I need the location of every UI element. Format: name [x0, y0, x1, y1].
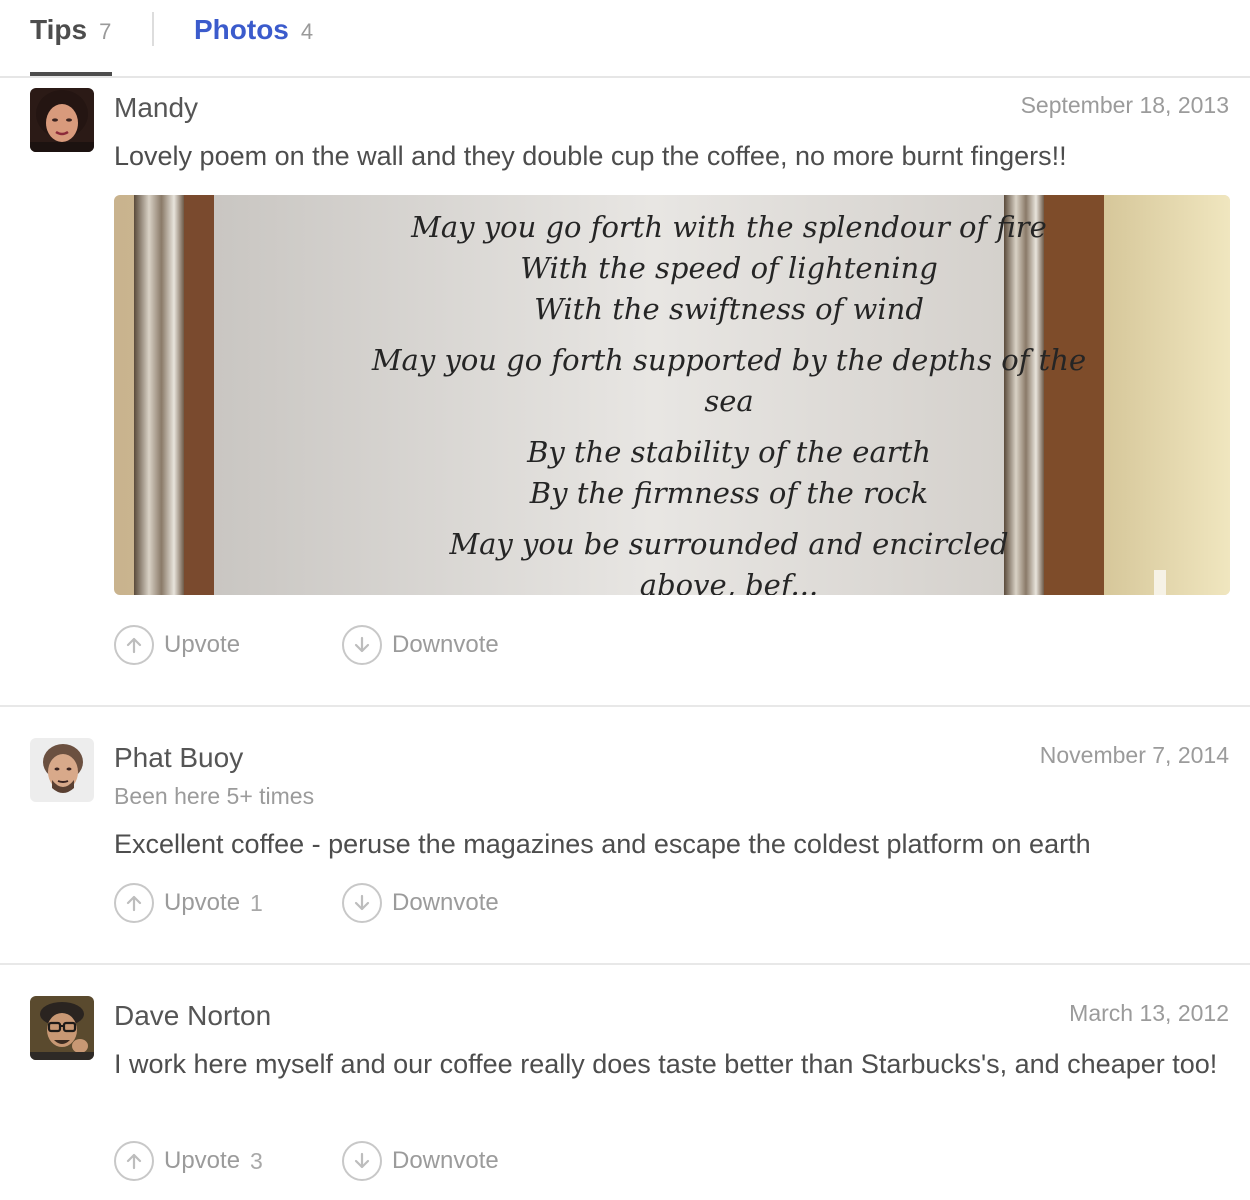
- arrow-down-circle-icon: [342, 625, 382, 665]
- visit-count: Been here 5+ times: [114, 783, 315, 809]
- upvote-label: Upvote: [164, 889, 241, 916]
- tip-date: November 7, 2014: [1039, 742, 1229, 768]
- arrow-up-circle-icon: [114, 1141, 154, 1181]
- upvote-button[interactable]: Upvote 1: [114, 883, 263, 923]
- tip-text: I work here myself and our coffee really…: [114, 1049, 1218, 1079]
- arrow-down-circle-icon: [342, 883, 382, 923]
- poem-line: above, bef...: [639, 568, 819, 595]
- author-name[interactable]: Mandy: [114, 92, 198, 124]
- avatar[interactable]: [30, 996, 94, 1060]
- poem-line: May you go forth supported by the depths…: [371, 343, 1087, 377]
- author-name[interactable]: Phat Buoy: [114, 742, 243, 774]
- downvote-button[interactable]: Downvote: [342, 1141, 499, 1181]
- upvote-label: Upvote: [164, 631, 241, 658]
- tip-date: March 13, 2012: [1069, 1000, 1229, 1026]
- poem-text: May you go forth with the splendour of f…: [304, 195, 1154, 595]
- tip-item: Mandy September 18, 2013 Lovely poem on …: [0, 0, 1250, 706]
- poem-line: By the firmness of the rock: [529, 476, 929, 510]
- arrow-down-circle-icon: [342, 1141, 382, 1181]
- tip-photo[interactable]: May you go forth with the splendour of f…: [114, 195, 1230, 595]
- poem-line: May you go forth with the splendour of f…: [411, 210, 1047, 244]
- upvote-button[interactable]: Upvote: [114, 625, 240, 665]
- poem-line: With the swiftness of wind: [534, 292, 924, 326]
- avatar[interactable]: [30, 88, 94, 152]
- author-name[interactable]: Dave Norton: [114, 1000, 271, 1032]
- upvote-count: 3: [250, 1147, 263, 1174]
- arrow-up-circle-icon: [114, 625, 154, 665]
- downvote-button[interactable]: Downvote: [342, 625, 499, 665]
- arrow-up-circle-icon: [114, 883, 154, 923]
- tip-text: Excellent coffee - peruse the magazines …: [114, 829, 1091, 859]
- tip-text: Lovely poem on the wall and they double …: [114, 141, 1067, 171]
- avatar[interactable]: [30, 738, 94, 802]
- downvote-button[interactable]: Downvote: [342, 883, 499, 923]
- poem-line: By the stability of the earth: [527, 435, 931, 469]
- poem-line: sea: [704, 384, 754, 418]
- downvote-label: Downvote: [392, 1147, 499, 1174]
- tip-date: September 18, 2013: [1020, 92, 1229, 118]
- downvote-label: Downvote: [392, 889, 499, 916]
- upvote-count: 1: [250, 889, 263, 916]
- tip-item: Dave Norton March 13, 2012 I work here m…: [0, 965, 1250, 1200]
- upvote-label: Upvote: [164, 1147, 241, 1174]
- downvote-label: Downvote: [392, 631, 499, 658]
- upvote-button[interactable]: Upvote 3: [114, 1141, 263, 1181]
- tip-item: Phat Buoy November 7, 2014 Been here 5+ …: [0, 707, 1250, 964]
- poem-line: May you be surrounded and encircled: [449, 527, 1009, 561]
- poem-line: With the speed of lightening: [520, 251, 938, 285]
